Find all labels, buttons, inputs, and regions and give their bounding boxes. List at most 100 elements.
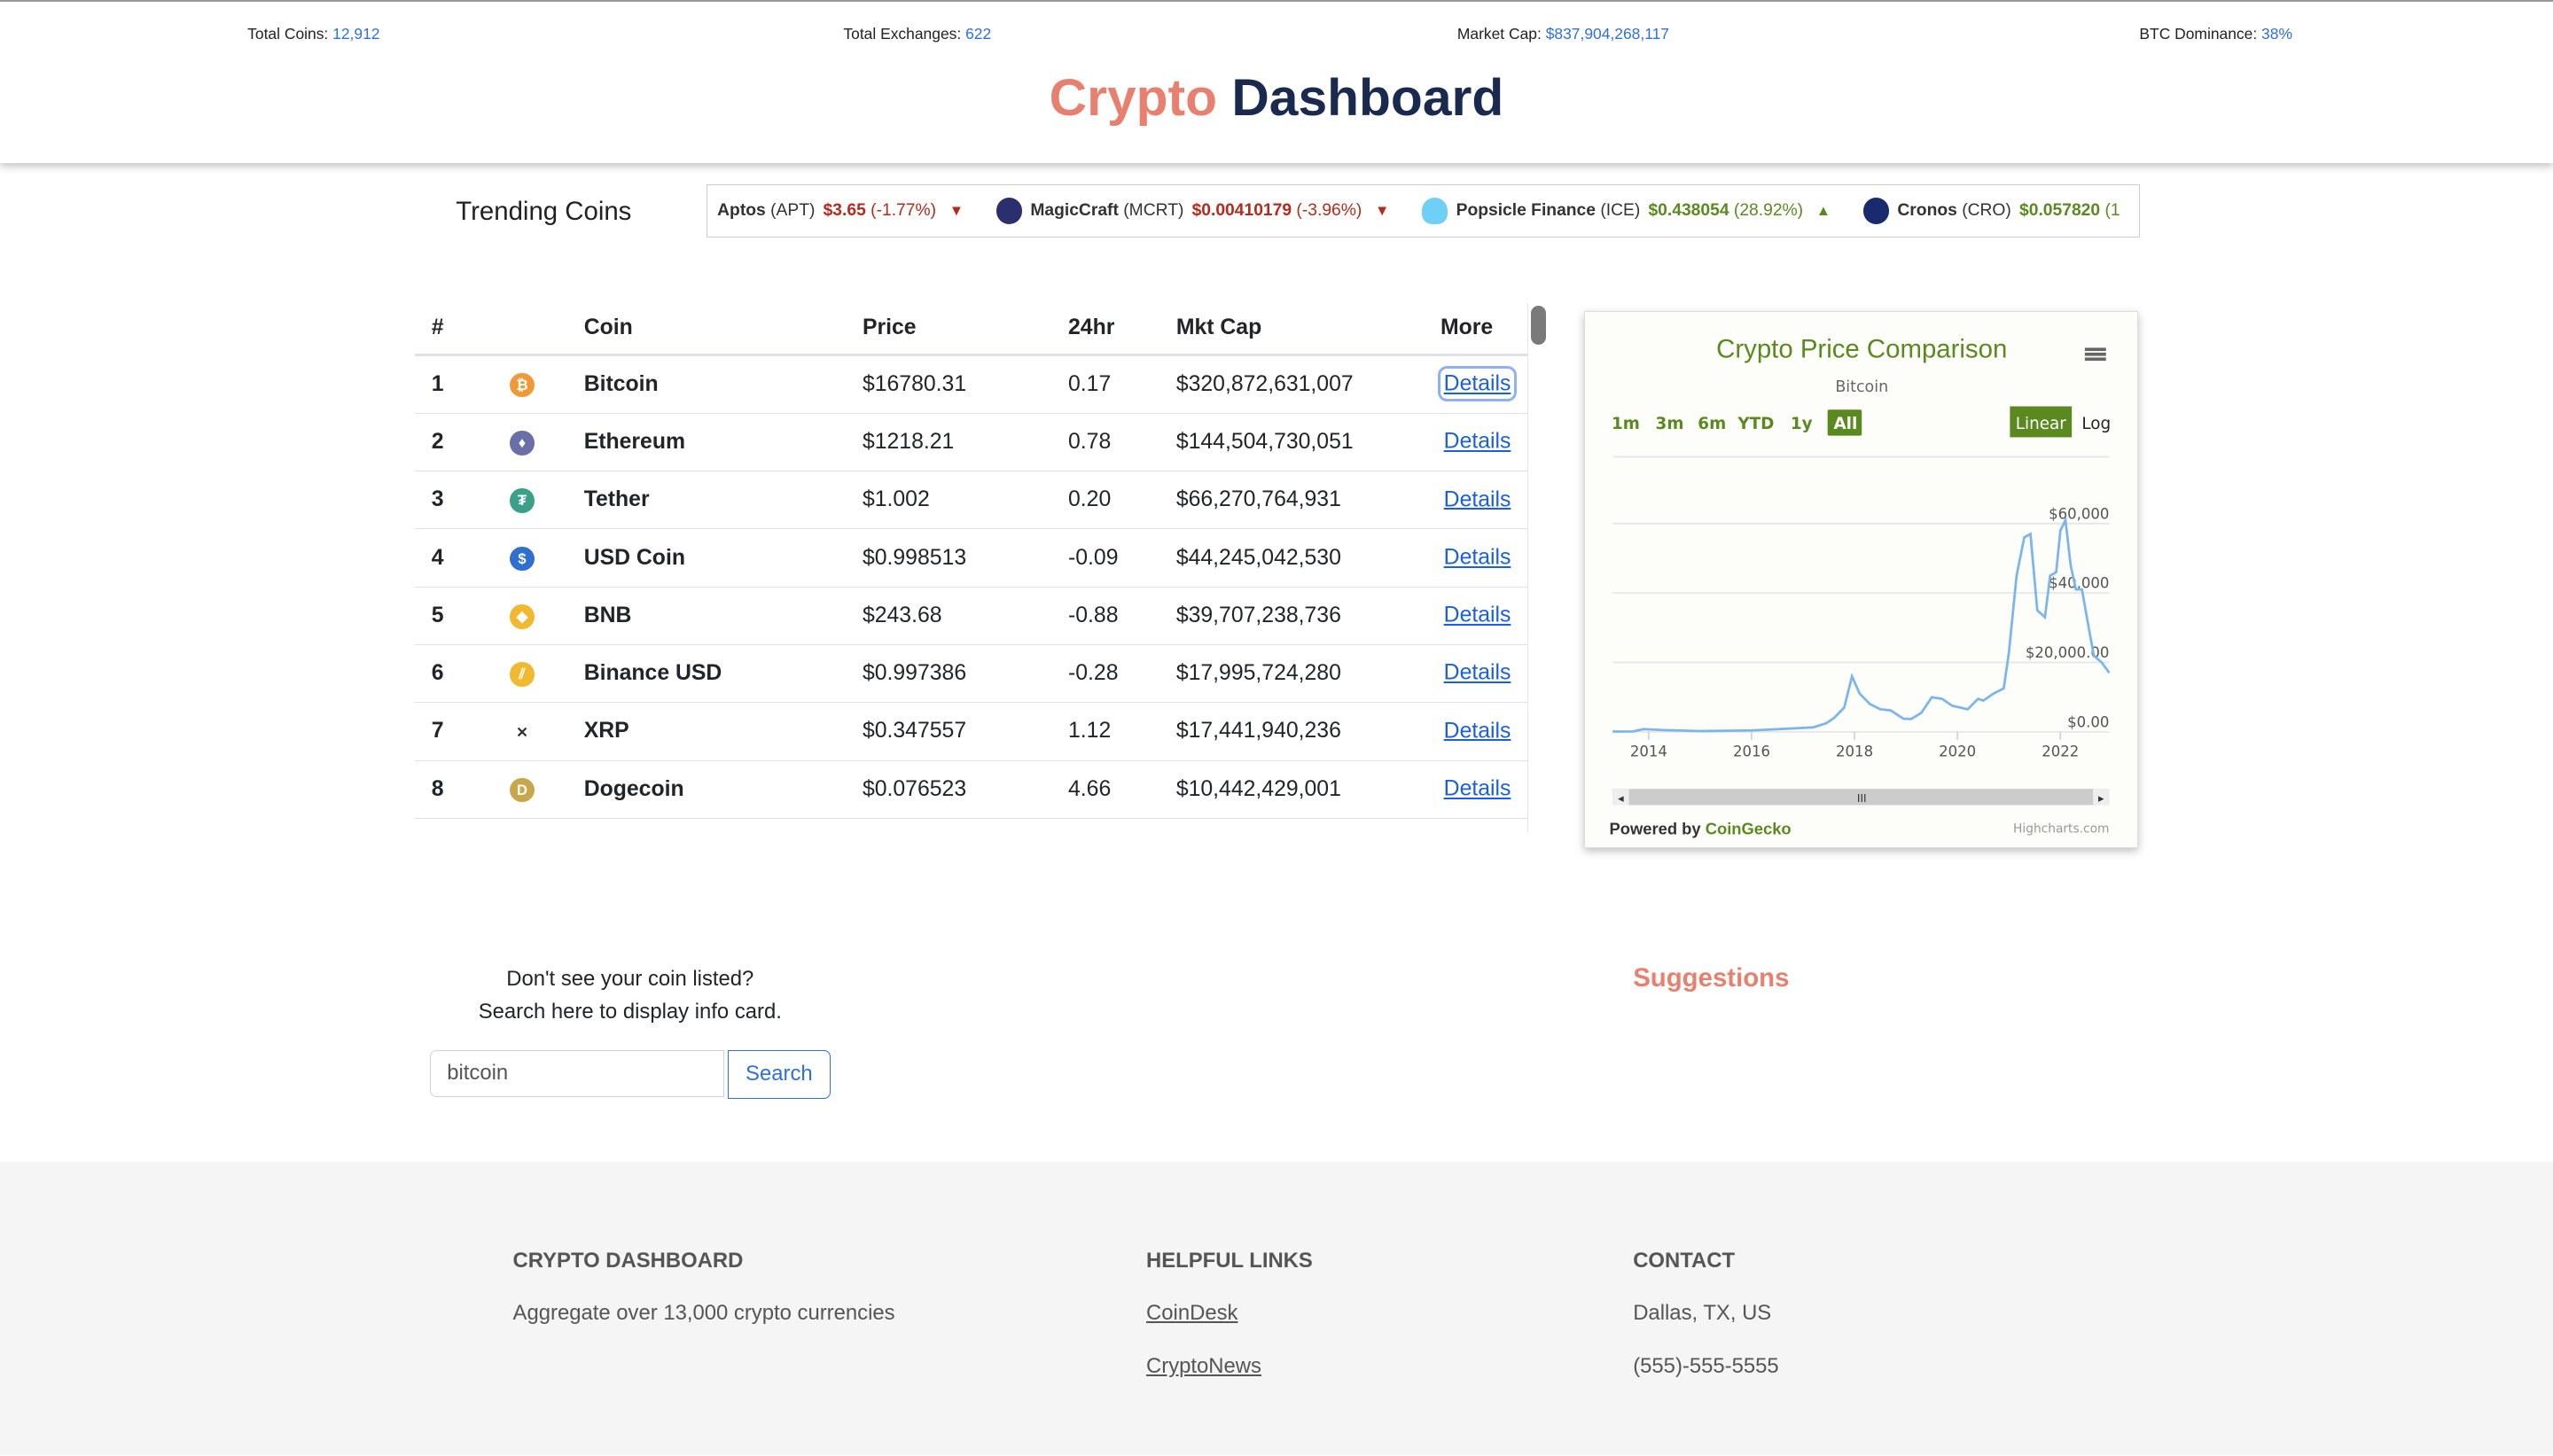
scale-button-log[interactable]: Log [2081,415,2111,433]
stat-value: $837,904,268,117 [1545,24,1669,43]
more-cell: Details [1424,760,1527,819]
coin-icon-cell: ⫽ [493,644,568,704]
divider [0,0,2553,2]
market-cap: $17,995,724,280 [1159,644,1425,704]
footer-link-coindesk[interactable]: CoinDesk [1146,1301,1237,1326]
scrollbar-thumb[interactable] [1531,306,1546,346]
stat-market-cap: Market Cap: $837,904,268,117 [1457,25,1669,43]
footer-location: Dallas, TX, US [1633,1300,1772,1325]
credits-text: Powered by [1610,819,1702,837]
range-button-6m[interactable]: 6m [1698,415,1726,433]
ethereum-icon: ♦ [510,431,535,455]
column-header [493,302,568,356]
more-cell: Details [1424,587,1527,645]
market-cap: $320,872,631,007 [1159,354,1425,414]
more-cell: Details [1424,413,1527,472]
trending-coin-name: Aptos (APT) [717,200,816,220]
arrow-right-icon[interactable]: ▸ [2098,791,2104,805]
table-scrollbar[interactable] [1526,302,1551,834]
table-row: 4 $ USD Coin $0.998513 -0.09 $44,245,042… [415,528,1527,588]
range-button-ytd[interactable]: YTD [1737,415,1774,433]
rank: 8 [415,760,494,819]
trending-coin-name: MagicCraft (MCRT) [1030,200,1184,220]
search-button[interactable]: Search [728,1049,831,1099]
details-link[interactable]: Details [1440,716,1514,746]
scale-button-linear[interactable]: Linear [2016,415,2067,433]
highcharts-credit[interactable]: Highcharts.com [2013,822,2109,837]
series-line-bitcoin [1612,515,2111,733]
market-cap: $66,270,764,931 [1159,471,1425,530]
details-link[interactable]: Details [1437,366,1518,402]
coin-name: Ethereum [567,413,847,472]
coin-name: Tether [567,471,847,530]
coin-name: Binance USD [567,644,847,704]
trending-item[interactable]: Popsicle Finance (ICE) $0.438054 (28.92%)… [1422,198,1831,224]
y-tick-label: $60,000 [2049,505,2109,522]
range-button-1m[interactable]: 1m [1612,415,1640,433]
price-chart: Crypto Price Comparison Bitcoin 1m 3m 6m YTD 1… [1610,334,2112,837]
coin-icon-cell: ◆ [493,587,568,645]
rank: 5 [415,587,494,645]
trending-marquee[interactable]: Aptos (APT) $3.65 (-1.77%) ▼ MagicCraft (MC… [707,183,2140,238]
page-title: Crypto Dashboard [0,68,2553,128]
coin-icon-cell: D [493,760,568,819]
trending-coin-name: Cronos (CRO) [1897,200,2011,220]
search-prompt: Don't see your coin listed? Search here t… [430,963,831,1028]
footer-link-cryptonews[interactable]: CryptoNews [1146,1354,1261,1379]
table-row: 1 ₿ Bitcoin $16780.31 0.17 $320,872,631,… [415,354,1527,414]
range-button-3m[interactable]: 3m [1656,415,1684,433]
coin-icon-cell: $ [493,528,568,588]
y-tick-label: $0.00 [2067,713,2109,730]
stat-label: Total Exchanges: [843,24,962,43]
details-link[interactable]: Details [1440,658,1514,688]
trending-price: $0.00410179 (-3.96%) [1191,200,1362,220]
x-tick-label: 2016 [1733,743,1770,759]
range-button-all[interactable]: All [1834,415,1858,433]
trending-heading: Trending Coins [456,197,632,227]
coins-table: # Coin Price 24hr Mkt Cap More 1 ₿ Bitcoin $1… [415,302,1527,819]
column-header: Price [846,302,1052,356]
range-button-1y[interactable]: 1y [1791,415,1813,433]
details-link[interactable]: Details [1440,600,1514,630]
chart-subtitle: Bitcoin [1835,378,1888,396]
coin-name: USD Coin [567,528,847,588]
change-24h: -0.09 [1051,528,1160,588]
details-link[interactable]: Details [1440,774,1514,804]
table-row: 5 ◆ BNB $243.68 -0.88 $39,707,238,736 De… [415,587,1527,645]
dogecoin-icon: D [510,777,535,803]
change-24h: -0.28 [1051,644,1160,704]
coin-name: Bitcoin [567,354,847,414]
scroll-grip-icon[interactable]: III [1857,791,1867,805]
binance-usd-icon: ⫽ [510,662,535,687]
more-cell: Details [1424,471,1527,530]
coin-search-input[interactable] [429,1049,725,1097]
stat-label: Market Cap: [1456,24,1542,43]
change-24h: 0.78 [1051,413,1160,472]
menu-icon[interactable] [2084,347,2106,351]
stat-value: 38% [2261,24,2292,43]
coingecko-link[interactable]: CoinGecko [1706,819,1792,837]
details-link[interactable]: Details [1440,426,1514,456]
menu-icon[interactable] [2084,352,2106,356]
change-24h: 0.17 [1051,354,1160,414]
trending-item[interactable]: MagicCraft (MCRT) $0.00410179 (-3.96%) ▼ [995,198,1389,224]
suggestions-heading: Suggestions [1633,963,1790,993]
rank: 2 [415,413,494,472]
coin-name: Dogecoin [567,760,847,819]
footer-about-text: Aggregate over 13,000 crypto currencies [512,1300,895,1325]
stat-btc-dominance: BTC Dominance: 38% [2139,25,2292,43]
table-row: 6 ⫽ Binance USD $0.997386 -0.28 $17,995,… [415,644,1527,704]
x-tick-label: 2020 [1939,743,1976,759]
trending-item[interactable]: Cronos (CRO) $0.057820 (1 [1862,198,2120,224]
menu-icon[interactable] [2084,357,2106,361]
market-cap: $10,442,429,001 [1159,760,1425,819]
column-header: Coin [567,302,847,356]
change-24h: -0.88 [1051,587,1160,645]
table-row: 7 ✕ XRP $0.347557 1.12 $17,441,940,236 D… [415,702,1527,761]
details-link[interactable]: Details [1440,542,1514,572]
stat-total-exchanges: Total Exchanges: 622 [843,25,991,43]
trending-item[interactable]: Aptos (APT) $3.65 (-1.77%) ▼ [717,201,964,221]
arrow-left-icon[interactable]: ◂ [1618,791,1624,805]
footer-heading-links: HELPFUL LINKS [1146,1248,1313,1273]
details-link[interactable]: Details [1440,485,1514,515]
